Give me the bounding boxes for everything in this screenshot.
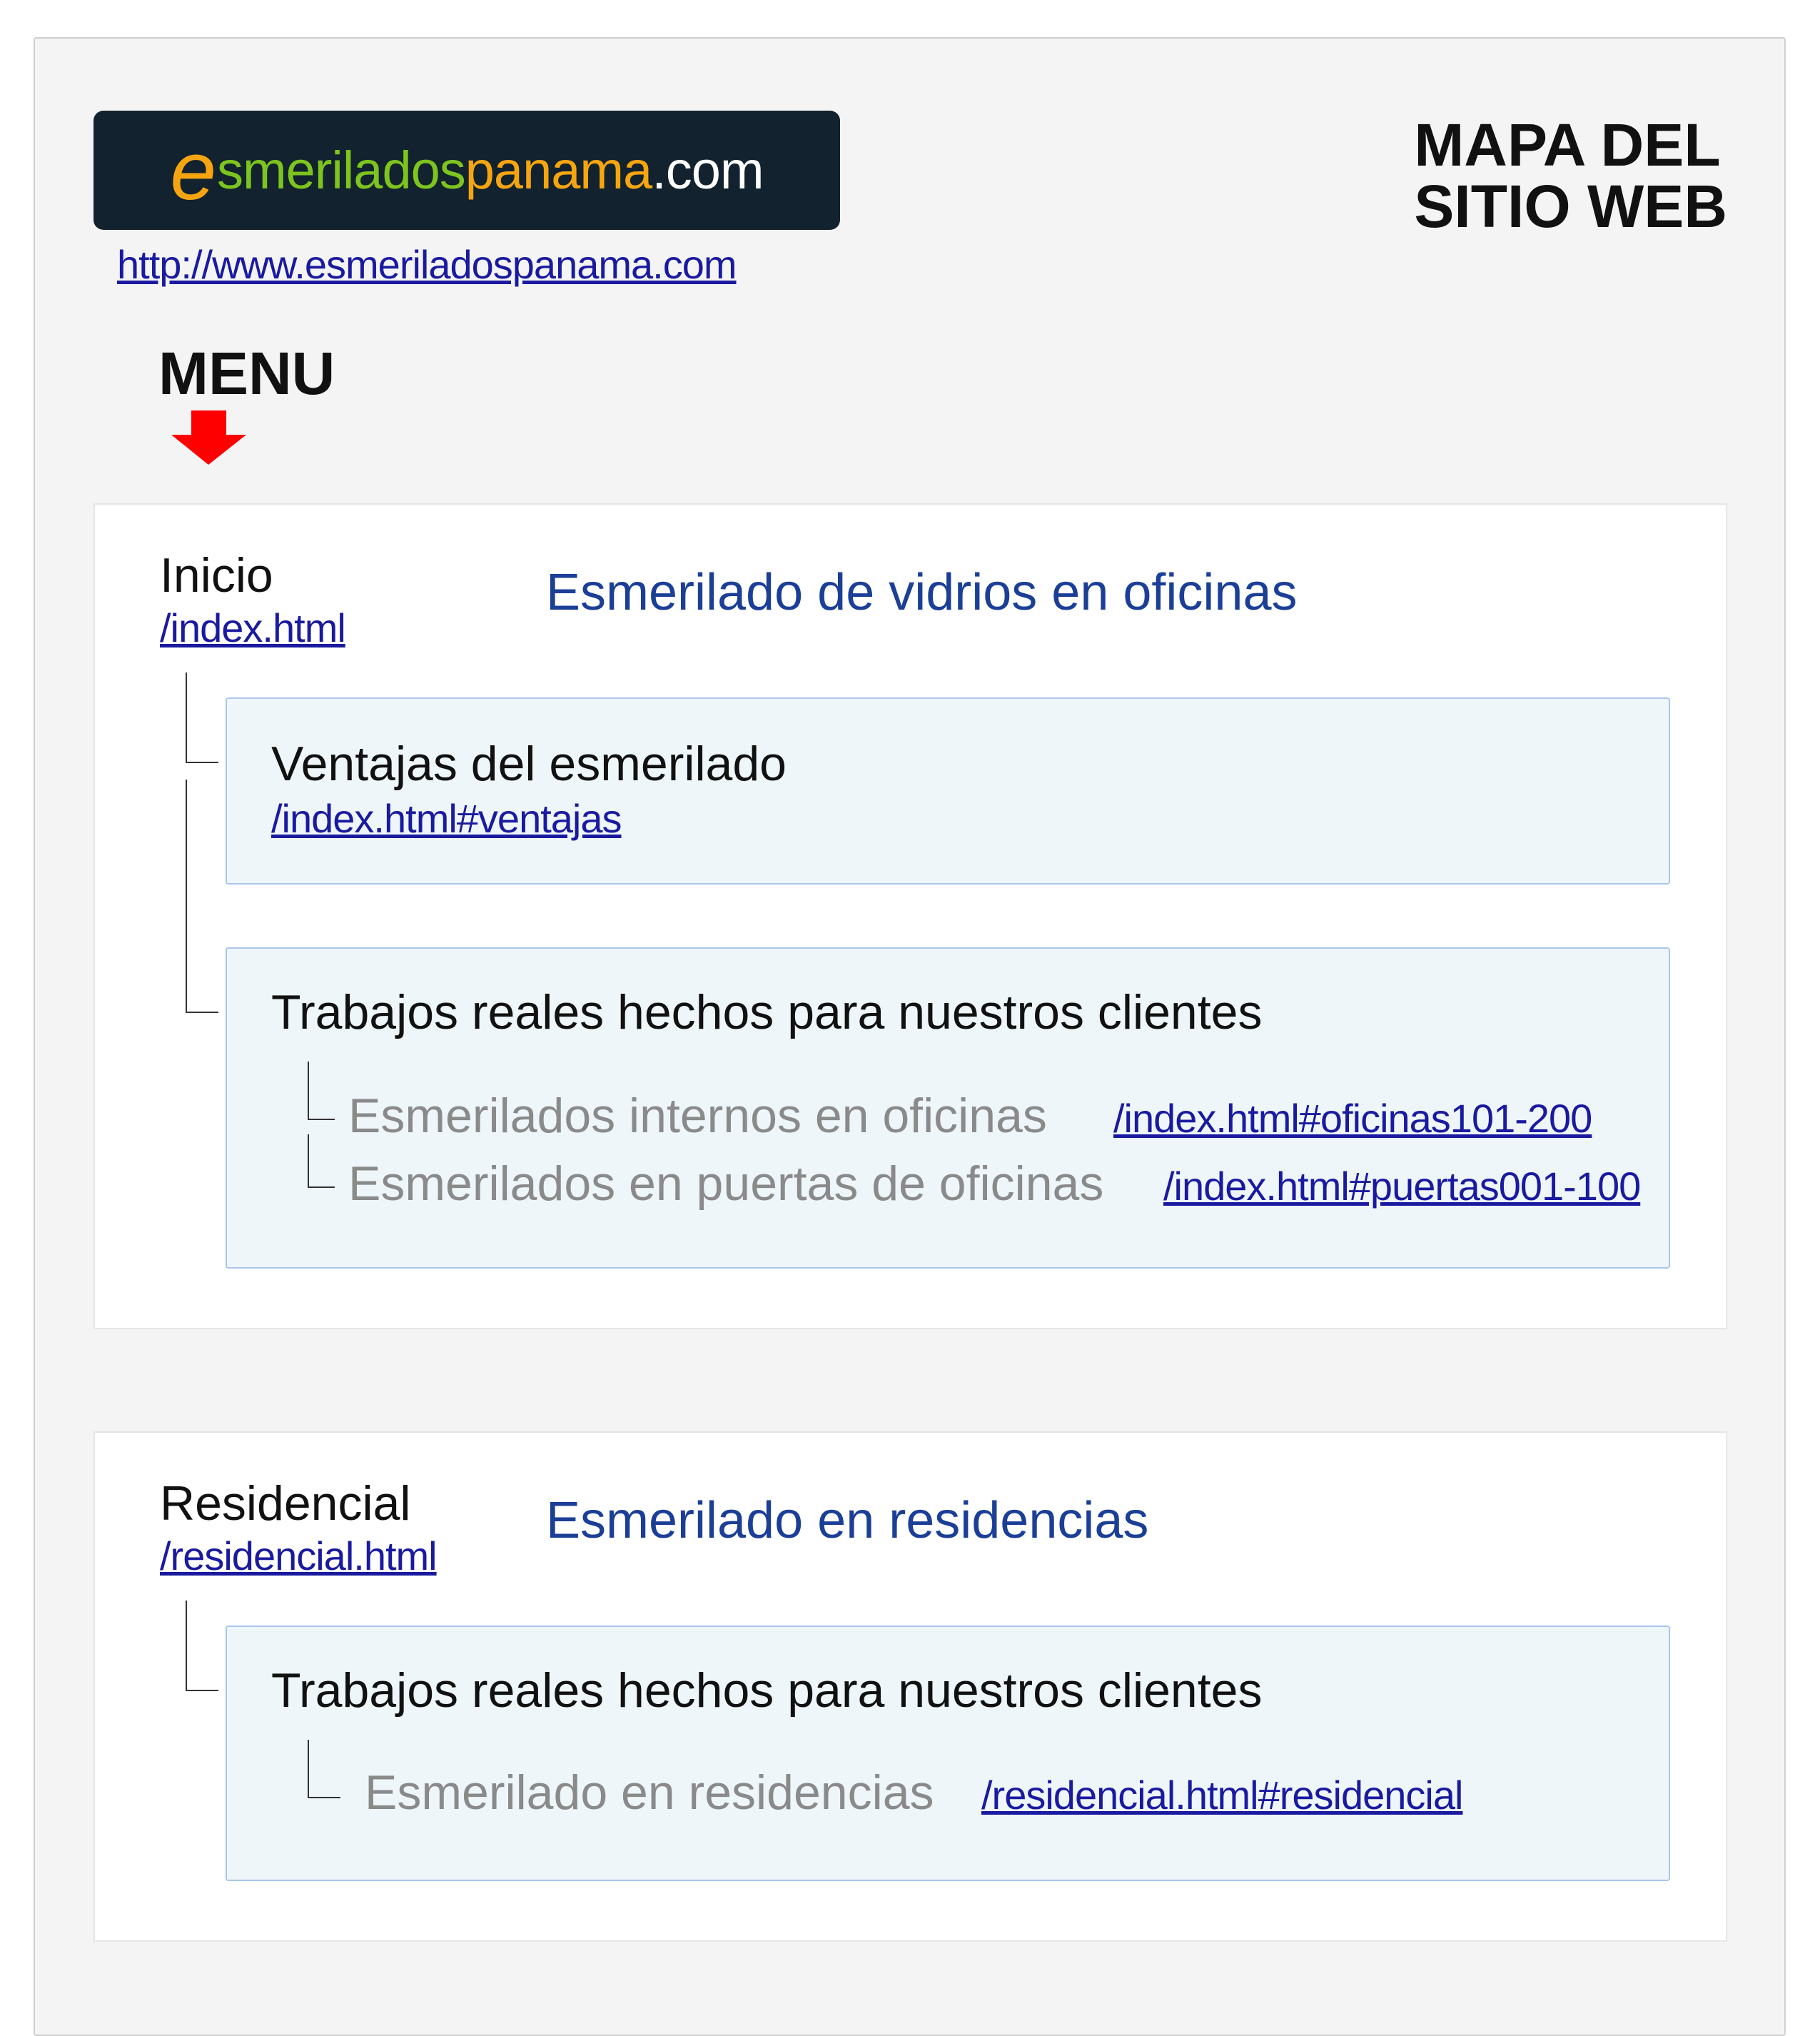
tree-connector xyxy=(308,1134,335,1188)
page-title-line2: SITIO WEB xyxy=(1414,173,1727,240)
page-title: MAPA DEL SITIO WEB xyxy=(1414,114,1727,237)
page-title-line1: MAPA DEL xyxy=(1414,111,1721,178)
sitemap-card-inicio: Inicio /index.html Esmerilado de vidrios… xyxy=(93,503,1727,1329)
page-link-residencial[interactable]: /residencial.html xyxy=(160,1533,438,1579)
tree-connector xyxy=(186,672,218,763)
page-description-inicio: Esmerilado de vidrios en oficinas xyxy=(546,564,1298,621)
section-title-trabajos: Trabajos reales hechos para nuestros cli… xyxy=(271,1663,1263,1718)
logo-word-smerilados: smerilados xyxy=(216,141,466,200)
tree-connector xyxy=(186,1601,218,1691)
sitemap-card-residencial: Residencial /residencial.html Esmerilado… xyxy=(93,1431,1727,1942)
section-title-ventajas: Ventajas del esmerilado xyxy=(271,737,787,791)
page-name-residencial: Residencial xyxy=(160,1476,411,1531)
page-description-residencial: Esmerilado en residencias xyxy=(546,1492,1149,1549)
section-box-trabajos-oficinas: Trabajos reales hechos para nuestros cli… xyxy=(226,947,1670,1269)
section-title-trabajos: Trabajos reales hechos para nuestros cli… xyxy=(271,985,1263,1039)
item-link-puertas[interactable]: /index.html#puertas001-100 xyxy=(1163,1163,1641,1209)
item-label-oficinas: Esmerilados internos en oficinas xyxy=(348,1089,1047,1143)
logo-e-letter: e xyxy=(170,124,216,217)
red-down-arrow-icon xyxy=(171,410,246,465)
item-label-residencias: Esmerilado en residencias xyxy=(365,1765,934,1820)
section-link-ventajas[interactable]: /index.html#ventajas xyxy=(271,795,622,842)
page-name-inicio: Inicio xyxy=(160,548,273,603)
site-logo[interactable]: e smerilados panama .com xyxy=(93,111,840,230)
tree-connector xyxy=(308,1740,340,1798)
item-label-puertas: Esmerilados en puertas de oficinas xyxy=(348,1156,1104,1211)
tree-connector xyxy=(186,780,218,1013)
page-link-inicio[interactable]: /index.html xyxy=(160,605,346,651)
item-link-oficinas[interactable]: /index.html#oficinas101-200 xyxy=(1113,1095,1592,1142)
section-box-trabajos-residencias: Trabajos reales hechos para nuestros cli… xyxy=(226,1626,1670,1881)
menu-heading: MENU xyxy=(158,340,335,407)
item-link-residencial[interactable]: /residencial.html#residencial xyxy=(981,1772,1463,1818)
logo-word-com: .com xyxy=(652,141,764,200)
tree-connector xyxy=(308,1062,335,1120)
section-box-ventajas: Ventajas del esmerilado /index.html#vent… xyxy=(226,697,1670,885)
site-url-link[interactable]: http://www.esmeriladospanama.com xyxy=(117,241,737,288)
logo-word-panama: panama xyxy=(465,141,652,200)
